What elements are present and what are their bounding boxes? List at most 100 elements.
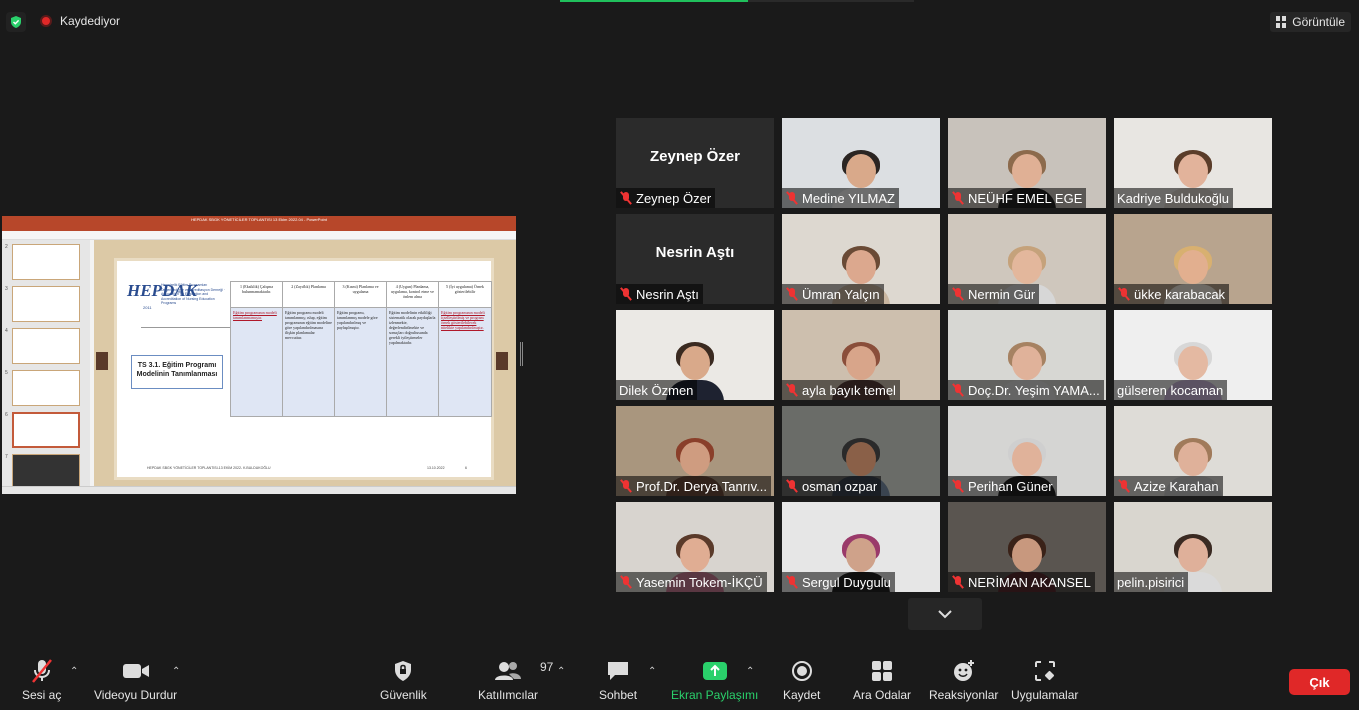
participant-name: ükke karabacak — [1134, 286, 1226, 302]
participant-tile[interactable]: Dilek Özmen — [616, 310, 774, 400]
mic-muted-icon — [619, 287, 633, 301]
record-button[interactable]: Kaydet — [783, 658, 820, 702]
slide-footer-page: 6 — [465, 466, 467, 470]
share-screen-label: Ekran Paylaşımı — [671, 688, 759, 702]
participant-tile[interactable]: Perihan Güner — [948, 406, 1106, 496]
participant-tile[interactable]: osman ozpar — [782, 406, 940, 496]
rubric-body: Eğitim programının modeli tanımlanmamışt… — [231, 308, 282, 416]
participant-tile[interactable]: NEÜHF EMEL EGE — [948, 118, 1106, 208]
participant-name: Azize Karahan — [1134, 478, 1219, 494]
audio-options-caret-icon[interactable]: ⌃ — [70, 666, 78, 677]
participant-label: Ümran Yalçın — [782, 284, 884, 304]
participant-name: Medine YILMAZ — [802, 190, 895, 206]
meeting-toolbar: Sesi aç ⌃ Videoyu Durdur ⌃ Güvenlik 97 K… — [0, 652, 1359, 710]
share-screen-button[interactable]: Ekran Paylaşımı — [671, 658, 758, 702]
participant-tile[interactable]: Zeynep Özer Zeynep Özer — [616, 118, 774, 208]
participant-tile[interactable]: Nesrin Aştı Nesrin Aştı — [616, 214, 774, 304]
panel-divider-handle[interactable] — [520, 342, 523, 366]
security-shield-icon[interactable] — [6, 12, 26, 32]
participant-label: Perihan Güner — [948, 476, 1057, 496]
participant-tile[interactable]: ayla bayık temel — [782, 310, 940, 400]
participant-tile[interactable]: NERİMAN AKANSEL — [948, 502, 1106, 592]
participant-label: Zeynep Özer — [616, 188, 716, 208]
slide-thumbnail — [12, 454, 80, 490]
unmute-label: Sesi aç — [22, 688, 62, 702]
slide-thumbnail — [12, 244, 80, 280]
security-button[interactable]: Güvenlik — [380, 658, 427, 702]
powerpoint-toolbar — [2, 231, 516, 240]
slide-stage: HEPDAK Hemşirelik Eğitim Programları Değ… — [94, 240, 516, 486]
participant-label: Sergul Duygulu — [782, 572, 895, 592]
participant-tile[interactable]: Doç.Dr. Yeşim YAMA... — [948, 310, 1106, 400]
participant-tile[interactable]: Sergul Duygulu — [782, 502, 940, 592]
shared-screen[interactable]: HEPDAK SBGK YÖNETİCİLER TOPLANTISI 13 Ek… — [2, 216, 516, 494]
participant-name: Ümran Yalçın — [802, 286, 880, 302]
mic-muted-icon — [785, 383, 799, 397]
participant-name: gülseren kocaman — [1117, 382, 1224, 398]
mic-muted-icon — [619, 191, 633, 205]
unmute-button[interactable]: Sesi aç — [22, 658, 61, 702]
recording-dot-icon — [40, 15, 52, 27]
view-button[interactable]: Görüntüle — [1270, 12, 1351, 32]
leave-meeting-button[interactable]: Çık — [1289, 669, 1350, 695]
breakout-rooms-button[interactable]: Ara Odalar — [853, 658, 911, 702]
participant-label: Prof.Dr. Derya Tanrıv... — [616, 476, 772, 496]
participant-tile[interactable]: Kadriye Buldukoğlu — [1114, 118, 1272, 208]
rubric-header: 5 (İyi uygulama) Örnek gösterilebilir — [439, 282, 491, 308]
participant-name: Zeynep Özer — [636, 190, 712, 206]
mic-muted-icon — [30, 658, 54, 684]
shield-icon — [393, 658, 413, 684]
chevron-down-icon — [938, 610, 952, 619]
mic-muted-icon — [951, 479, 965, 493]
apps-button[interactable]: Uygulamalar — [1011, 658, 1078, 702]
hepdak-logo-subtitle: Hemşirelik Eğitim Programları Değerlendi… — [161, 283, 226, 305]
participant-tile[interactable]: gülseren kocaman — [1114, 310, 1272, 400]
breakout-rooms-label: Ara Odalar — [853, 688, 912, 702]
rubric-body: Eğitim programı, tanımlanmış modele göre… — [335, 308, 386, 416]
gallery-next-page-button[interactable] — [908, 598, 982, 630]
mic-muted-icon — [951, 383, 965, 397]
participant-tile[interactable]: Ümran Yalçın — [782, 214, 940, 304]
mic-muted-icon — [785, 575, 799, 589]
participants-options-caret-icon[interactable]: ⌃ — [557, 666, 565, 677]
participant-tile[interactable]: ükke karabacak — [1114, 214, 1272, 304]
stop-video-button[interactable]: Videoyu Durdur — [94, 658, 177, 702]
participant-tile[interactable]: Azize Karahan — [1114, 406, 1272, 496]
rubric-column: 2 (Zayıflık) Planlama Eğitim programı mod… — [283, 282, 335, 416]
mic-muted-icon — [951, 191, 965, 205]
participant-tile[interactable]: pelin.pisirici — [1114, 502, 1272, 592]
participants-button[interactable]: 97 Katılımcılar — [478, 658, 553, 702]
participant-label: Yasemin Tokem-İKÇÜ — [616, 572, 767, 592]
participants-icon: 97 — [494, 658, 553, 684]
slide-footer-date: 13.10.2022 — [427, 466, 445, 470]
slide-thumbnail-selected — [12, 412, 80, 448]
participant-tile[interactable]: Medine YILMAZ — [782, 118, 940, 208]
recording-indicator[interactable]: Kaydediyor — [40, 14, 120, 28]
smiley-icon — [952, 658, 976, 684]
powerpoint-titlebar: HEPDAK SBGK YÖNETİCİLER TOPLANTISI 13 Ek… — [2, 216, 516, 224]
participant-label: NEÜHF EMEL EGE — [948, 188, 1087, 208]
participant-gallery: Zeynep Özer Zeynep Özer Medine YILMAZ NEÜHF… — [616, 118, 1276, 594]
slide-thumbnail — [12, 286, 80, 322]
slide-thumbnail — [12, 370, 80, 406]
reactions-label: Reaksiyonlar — [929, 688, 999, 702]
reactions-button[interactable]: Reaksiyonlar — [929, 658, 998, 702]
participant-tile[interactable]: Prof.Dr. Derya Tanrıv... — [616, 406, 774, 496]
mic-muted-icon — [785, 287, 799, 301]
slide-footer: HEPDAK SBGK YÖNETİCİLER TOPLANTISI-13 EK… — [147, 466, 487, 470]
mic-muted-icon — [785, 191, 799, 205]
chat-button[interactable]: Sohbet — [599, 658, 637, 702]
participant-label: Kadriye Buldukoğlu — [1114, 188, 1234, 208]
participant-label: Medine YILMAZ — [782, 188, 899, 208]
chat-options-caret-icon[interactable]: ⌃ — [648, 666, 656, 677]
participant-name-placeholder: Zeynep Özer — [649, 148, 741, 165]
participant-label: Doç.Dr. Yeşim YAMA... — [948, 380, 1104, 400]
participant-tile[interactable]: Yasemin Tokem-İKÇÜ — [616, 502, 774, 592]
grid-view-icon — [1276, 16, 1287, 28]
participant-name: Prof.Dr. Derya Tanrıv... — [636, 478, 768, 494]
slide-thumbnail — [12, 328, 80, 364]
share-options-caret-icon[interactable]: ⌃ — [746, 666, 754, 677]
video-options-caret-icon[interactable]: ⌃ — [172, 666, 180, 677]
participants-count: 97 — [540, 660, 554, 674]
participant-tile[interactable]: Nermin Gür — [948, 214, 1106, 304]
